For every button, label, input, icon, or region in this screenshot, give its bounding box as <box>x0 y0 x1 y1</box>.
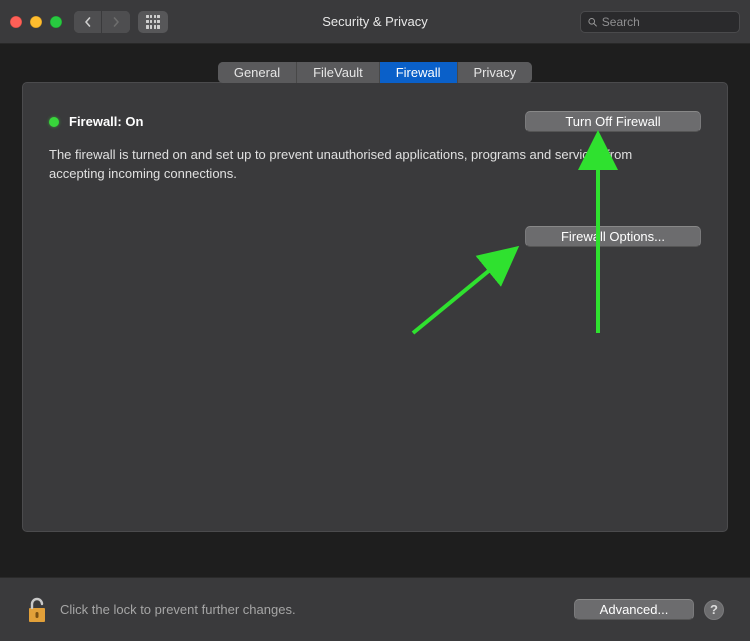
options-row: Firewall Options... <box>49 226 701 247</box>
firewall-panel: Firewall: On Turn Off Firewall The firew… <box>22 82 728 532</box>
tab-general[interactable]: General <box>218 62 297 83</box>
titlebar: Security & Privacy <box>0 0 750 44</box>
zoom-window-button[interactable] <box>50 16 62 28</box>
tab-privacy[interactable]: Privacy <box>458 62 533 83</box>
status-row: Firewall: On Turn Off Firewall <box>49 111 701 132</box>
back-button[interactable] <box>74 11 102 33</box>
firewall-options-button[interactable]: Firewall Options... <box>525 226 701 247</box>
nav-group <box>74 11 130 33</box>
tab-bar: General FileVault Firewall Privacy <box>22 62 728 83</box>
status-label: Firewall: On <box>69 114 143 129</box>
close-window-button[interactable] <box>10 16 22 28</box>
search-icon <box>587 16 598 28</box>
chevron-right-icon <box>111 17 121 27</box>
grid-icon <box>146 15 160 29</box>
help-button[interactable]: ? <box>704 600 724 620</box>
forward-button[interactable] <box>102 11 130 33</box>
turn-off-firewall-button[interactable]: Turn Off Firewall <box>525 111 701 132</box>
lock-open-icon <box>26 596 48 624</box>
minimize-window-button[interactable] <box>30 16 42 28</box>
search-field[interactable] <box>580 11 740 33</box>
window-controls <box>10 16 62 28</box>
tab-segment: General FileVault Firewall Privacy <box>218 62 532 83</box>
lock-area[interactable]: Click the lock to prevent further change… <box>26 596 296 624</box>
lock-text: Click the lock to prevent further change… <box>60 602 296 617</box>
content: General FileVault Firewall Privacy Firew… <box>0 44 750 532</box>
status-indicator-icon <box>49 117 59 127</box>
tab-filevault[interactable]: FileVault <box>297 62 380 83</box>
annotation-arrow-diagonal <box>403 233 563 343</box>
search-input[interactable] <box>602 15 733 29</box>
advanced-button[interactable]: Advanced... <box>574 599 694 620</box>
show-all-button[interactable] <box>138 11 168 33</box>
firewall-description: The firewall is turned on and set up to … <box>49 146 689 184</box>
footer-right: Advanced... ? <box>574 599 724 620</box>
footer: Click the lock to prevent further change… <box>0 577 750 641</box>
chevron-left-icon <box>83 17 93 27</box>
status-left: Firewall: On <box>49 114 143 129</box>
tab-firewall[interactable]: Firewall <box>380 62 458 83</box>
